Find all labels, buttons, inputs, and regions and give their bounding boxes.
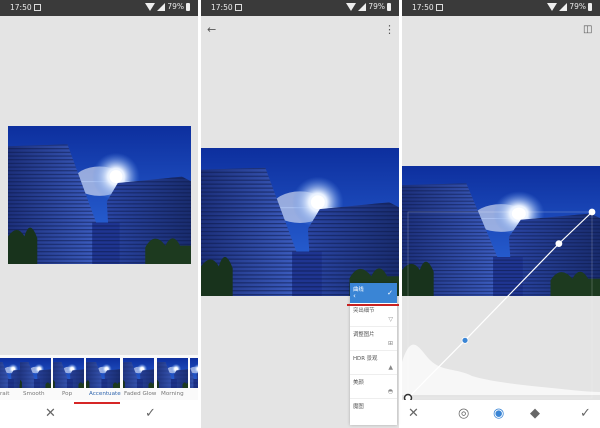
- back-arrow-icon[interactable]: ←: [207, 24, 216, 36]
- eye-icon[interactable]: ◉: [493, 406, 504, 422]
- sliders-icon: ⊞: [387, 340, 393, 347]
- filter-label-faded-glow[interactable]: Faded Glow: [124, 391, 156, 397]
- curves-editor[interactable]: [402, 0, 600, 428]
- tool-menu-item[interactable]: 美颜 ◓: [350, 375, 397, 399]
- check-icon[interactable]: ✓: [145, 406, 156, 422]
- tool-menu-item[interactable]: 突出细节 ▽: [350, 303, 397, 327]
- battery-percent: 79%: [167, 2, 184, 11]
- tool-menu-item-label: HDR 景观: [353, 356, 378, 362]
- status-bar: 17:50 79%: [0, 0, 198, 16]
- curves-panel: 17:50 79% ◫ ✕ ◎ ◉ ◆ ✓: [402, 0, 600, 428]
- status-time: 17:50: [211, 3, 233, 12]
- curve-control-point[interactable]: [588, 208, 596, 216]
- filter-label-pop[interactable]: Pop: [62, 391, 72, 397]
- battery-percent: 79%: [368, 2, 385, 11]
- tool-menu-item[interactable]: 调整图片 ⊞: [350, 327, 397, 351]
- photo-preview: [402, 166, 600, 296]
- curve-control-point[interactable]: [555, 240, 563, 248]
- tool-menu-curves[interactable]: 曲线 ‹ ✓: [350, 283, 397, 303]
- status-time: 17:50: [10, 3, 32, 12]
- tool-menu-item-label: 调整图片: [353, 332, 375, 338]
- presets-icon[interactable]: ◎: [458, 406, 469, 422]
- filter-thumb[interactable]: [157, 358, 188, 388]
- close-icon[interactable]: ✕: [408, 406, 419, 422]
- active-filter-underline: [74, 402, 120, 404]
- signal-icon: [157, 2, 166, 11]
- menu-back-icon[interactable]: ‹: [353, 292, 356, 300]
- photo-preview: [201, 148, 399, 296]
- filter-panel: 17:50 79% rait Smooth Pop Accentuate Fad…: [0, 0, 198, 428]
- tool-menu-item[interactable]: 魔图: [350, 399, 397, 423]
- photo-preview: [8, 126, 191, 264]
- wifi-icon: [145, 2, 156, 11]
- filter-label-morning[interactable]: Morning: [161, 391, 184, 397]
- filter-strip: rait Smooth Pop Accentuate Faded Glow Mo…: [0, 355, 198, 400]
- bottom-toolbar: ✕ ✓: [0, 400, 198, 428]
- triangle-down-icon: ▽: [388, 316, 393, 323]
- mountain-icon: ▲: [388, 364, 393, 371]
- filter-thumb[interactable]: [190, 358, 198, 388]
- tool-menu-item-label: 魔图: [353, 404, 364, 410]
- status-bar: 17:50 79%: [201, 0, 399, 16]
- filter-label-accentuate[interactable]: Accentuate: [89, 391, 121, 397]
- filter-thumb-active[interactable]: [86, 358, 120, 388]
- check-icon[interactable]: ✓: [580, 406, 591, 422]
- filter-thumb[interactable]: [20, 358, 51, 388]
- signal-icon: [358, 2, 367, 11]
- filter-thumb[interactable]: [123, 358, 154, 388]
- tool-menu-item-label: 美颜: [353, 380, 364, 386]
- styles-icon[interactable]: ◆: [530, 406, 540, 422]
- filter-label-smooth[interactable]: Smooth: [23, 391, 45, 397]
- active-tool-underline: [347, 304, 399, 306]
- histogram: [402, 344, 600, 395]
- tool-menu-item[interactable]: HDR 景观 ▲: [350, 351, 397, 375]
- wifi-icon: [346, 2, 357, 11]
- close-icon[interactable]: ✕: [45, 406, 56, 422]
- notification-icon: [235, 4, 242, 11]
- filter-label-portrait[interactable]: rait: [0, 391, 9, 397]
- curve-control-point[interactable]: [461, 336, 469, 344]
- filter-thumb[interactable]: [53, 358, 84, 388]
- tool-menu-item-label: 突出细节: [353, 308, 375, 314]
- bottom-toolbar: ✕ ◎ ◉ ◆ ✓: [402, 400, 600, 428]
- battery-icon: [186, 2, 190, 11]
- battery-icon: [387, 2, 391, 11]
- face-icon: ◓: [387, 388, 393, 395]
- check-icon[interactable]: ✓: [387, 289, 393, 297]
- more-menu-icon[interactable]: ⋮: [384, 24, 395, 36]
- notification-icon: [34, 4, 41, 11]
